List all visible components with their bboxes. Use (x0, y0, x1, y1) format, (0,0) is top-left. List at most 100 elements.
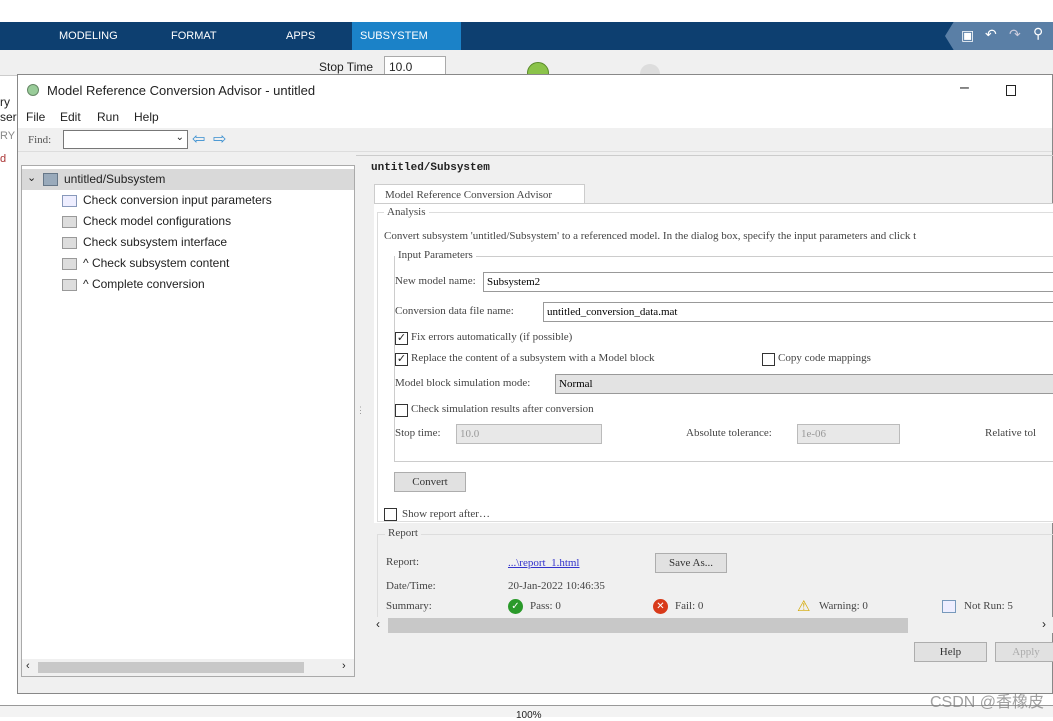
title-bar: Model Reference Conversion Advisor - unt… (18, 75, 1052, 106)
fix-errors-checkbox[interactable]: ✓ (395, 332, 408, 345)
input-parameters-label: Input Parameters (395, 249, 476, 261)
help-button[interactable]: Help (914, 642, 987, 662)
scrollbar-thumb[interactable] (388, 618, 908, 633)
subsystem-icon (43, 173, 58, 186)
find-bar: Find: ⌄ ⇦ ⇨ (18, 128, 1052, 152)
show-report-checkbox[interactable] (384, 508, 397, 521)
warning-count: Warning: 0 (819, 600, 868, 612)
warning-icon: ⚠ (797, 598, 811, 615)
convert-button[interactable]: Convert (394, 472, 466, 492)
menu-bar: File Edit Run Help (18, 106, 1052, 128)
sim-mode-select[interactable] (555, 374, 1053, 394)
tree-root-label: untitled/Subsystem (64, 172, 166, 186)
tree-item[interactable]: ^ Check subsystem content (62, 253, 229, 274)
datetime-label: Date/Time: (386, 580, 436, 592)
replace-content-checkbox[interactable]: ✓ (395, 353, 408, 366)
data-file-name-input[interactable] (543, 302, 1053, 322)
rel-tol-label: Relative tol (985, 427, 1037, 439)
tree-item-label: Check model configurations (83, 214, 232, 228)
tree-root[interactable]: ⌄ untitled/Subsystem (22, 169, 354, 190)
menu-file[interactable]: File (26, 110, 45, 124)
stop-time-label: Stop time: (395, 427, 441, 439)
save-as-button[interactable]: Save As... (655, 553, 727, 573)
tree-item-label: ^ Check subsystem content (83, 256, 230, 270)
abs-tol-input[interactable] (797, 424, 900, 444)
tree-item-label: Check subsystem interface (83, 235, 228, 249)
not-run-icon (942, 600, 956, 613)
save-icon[interactable]: ▣ (961, 27, 974, 44)
stop-time-input[interactable] (456, 424, 602, 444)
scroll-right-icon[interactable]: › (342, 660, 346, 672)
window-title: Model Reference Conversion Advisor - unt… (47, 83, 316, 98)
panel-horizontal-scrollbar[interactable]: ‹ › (373, 617, 1053, 633)
menu-run[interactable]: Run (97, 110, 119, 124)
task-icon (62, 215, 77, 228)
chevron-down-icon[interactable]: ⌄ (27, 171, 36, 184)
scroll-left-icon[interactable]: ‹ (376, 617, 380, 631)
undo-icon[interactable]: ↶ (985, 26, 997, 43)
tab-modeling[interactable]: MODELING (51, 22, 126, 50)
analysis-label: Analysis (384, 206, 429, 218)
scrollbar-thumb[interactable] (38, 662, 304, 673)
background-text: ser (0, 110, 17, 124)
maximize-button[interactable] (1006, 85, 1016, 96)
task-icon (62, 257, 77, 270)
fail-count: Fail: 0 (675, 600, 704, 612)
scroll-right-icon[interactable]: › (1042, 617, 1046, 631)
ribbon: Stop Time 10.0 (0, 50, 1053, 84)
task-icon (62, 278, 77, 291)
datetime-value: 20-Jan-2022 10:46:35 (508, 580, 605, 592)
redo-icon[interactable]: ↷ (1009, 26, 1021, 43)
check-sim-label: Check simulation results after conversio… (411, 403, 594, 415)
minimize-button[interactable]: – (960, 79, 969, 97)
tab-conversion-advisor[interactable]: Model Reference Conversion Advisor (374, 184, 585, 204)
show-report-label: Show report after… (402, 508, 490, 520)
new-model-name-input[interactable] (483, 272, 1053, 292)
status-bar: 100% (0, 705, 1053, 721)
tree-item[interactable]: Check model configurations (62, 211, 231, 232)
report-field-label: Report: (386, 556, 419, 568)
task-tree: ⌄ untitled/Subsystem Check conversion in… (21, 165, 355, 677)
scroll-left-icon[interactable]: ‹ (26, 660, 30, 672)
task-icon (62, 194, 77, 207)
check-sim-checkbox[interactable] (395, 404, 408, 417)
quick-access-bar: ▣ ↶ ↷ ⚲ (945, 22, 1053, 50)
fix-errors-label: Fix errors automatically (if possible) (411, 331, 573, 343)
advisor-icon (27, 84, 39, 96)
tree-item[interactable]: Check conversion input parameters (62, 190, 272, 211)
watermark: CSDN @香橡皮 (930, 694, 1045, 711)
stop-time-label: Stop Time (319, 60, 374, 74)
abs-tol-label: Absolute tolerance: (686, 427, 772, 439)
tree-item[interactable]: ^ Complete conversion (62, 274, 205, 295)
tree-item-label: ^ Complete conversion (83, 277, 205, 291)
tree-item[interactable]: Check subsystem interface (62, 232, 227, 253)
find-next-icon[interactable]: ⇨ (213, 129, 226, 149)
background-text: ry (0, 95, 10, 109)
fail-icon: ✕ (653, 599, 668, 614)
tab-format[interactable]: FORMAT (163, 22, 225, 50)
background-text: RY (0, 130, 16, 142)
copy-code-mappings-label: Copy code mappings (778, 352, 871, 364)
tab-apps[interactable]: APPS (278, 22, 323, 50)
not-run-count: Not Run: 5 (964, 600, 1013, 612)
new-model-label: New model name: (395, 275, 476, 287)
tree-horizontal-scrollbar[interactable]: ‹ › (22, 659, 354, 676)
chevron-down-icon[interactable]: ⌄ (176, 132, 184, 143)
background-text: d (0, 153, 7, 165)
pass-count: Pass: 0 (530, 600, 561, 612)
panel-path: untitled/Subsystem (371, 162, 490, 174)
menu-edit[interactable]: Edit (60, 110, 81, 124)
toolstrip-tabs: MODELING FORMAT APPS SUBSYSTEM BLOCK (0, 22, 1053, 70)
find-input[interactable]: ⌄ (63, 130, 188, 149)
tab-subsystem-block[interactable]: SUBSYSTEM BLOCK (352, 22, 461, 70)
report-link[interactable]: ...\report_1.html (508, 557, 580, 569)
sim-mode-label: Model block simulation mode: (395, 377, 531, 389)
stop-time-input[interactable]: 10.0 (384, 56, 446, 76)
menu-help[interactable]: Help (134, 110, 159, 124)
conversion-advisor-dialog: Model Reference Conversion Advisor - unt… (17, 74, 1053, 694)
apply-button[interactable]: Apply (995, 642, 1053, 662)
search-icon[interactable]: ⚲ (1033, 25, 1043, 42)
replace-content-label: Replace the content of a subsystem with … (411, 352, 655, 364)
find-previous-icon[interactable]: ⇦ (192, 129, 205, 149)
copy-code-mappings-checkbox[interactable] (762, 353, 775, 366)
